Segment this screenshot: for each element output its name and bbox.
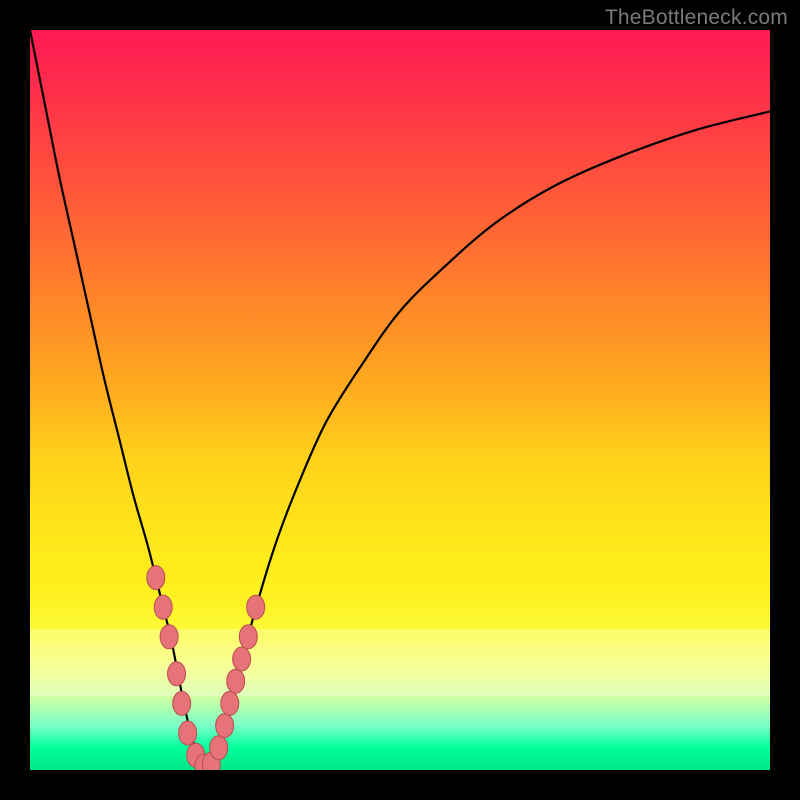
chart-svg [30, 30, 770, 770]
watermark-text: TheBottleneck.com [605, 6, 788, 30]
data-marker [216, 714, 234, 738]
data-marker [221, 691, 239, 715]
plot-area [30, 30, 770, 770]
bottleneck-curve [30, 30, 770, 770]
data-marker [179, 721, 197, 745]
data-marker [173, 691, 191, 715]
data-marker [168, 662, 186, 686]
data-markers [147, 566, 265, 770]
data-marker [227, 669, 245, 693]
data-marker [239, 625, 257, 649]
data-marker [154, 595, 172, 619]
data-marker [247, 595, 265, 619]
data-marker [147, 566, 165, 590]
data-marker [160, 625, 178, 649]
data-marker [210, 736, 228, 760]
data-marker [233, 647, 251, 671]
chart-frame: TheBottleneck.com [0, 0, 800, 800]
